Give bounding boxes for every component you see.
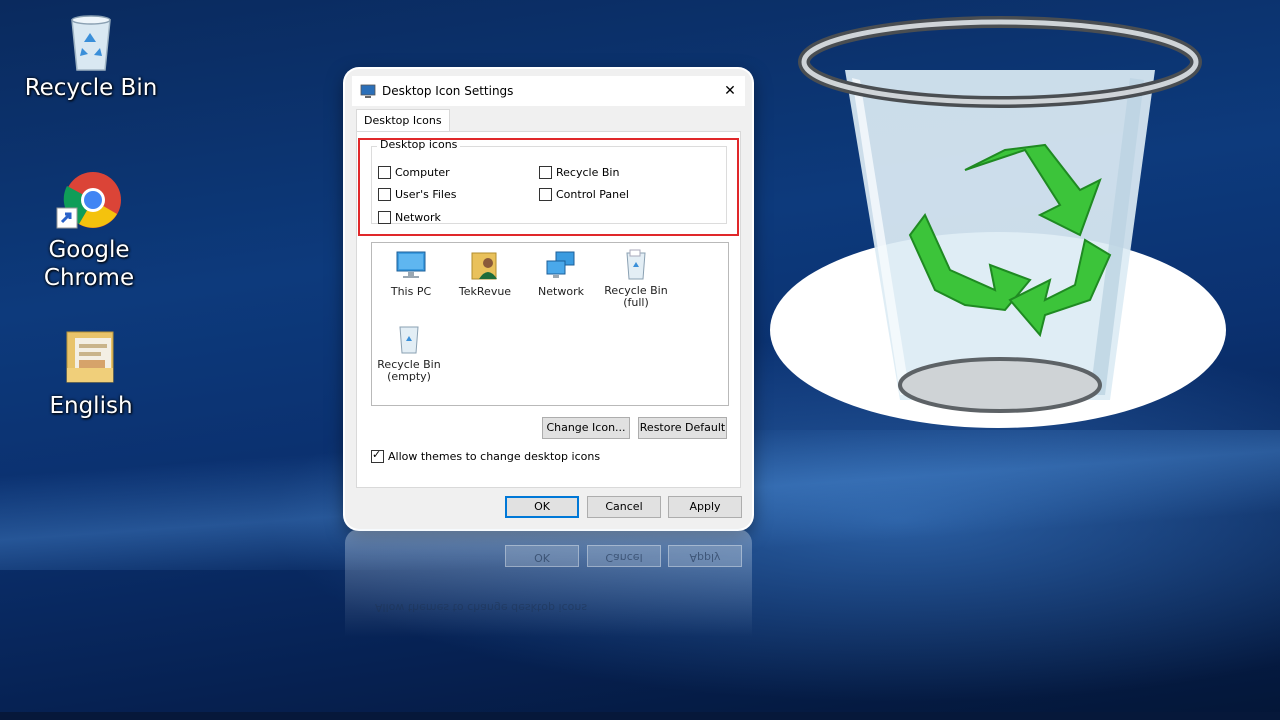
recycle-bin-illustration	[760, 0, 1230, 432]
list-item-network[interactable]: Network	[526, 249, 596, 298]
monitor-icon	[394, 249, 428, 281]
icon-list[interactable]: This PC TekRevue Network Recycle Bin (fu…	[371, 242, 729, 406]
dialog-title: Desktop Icon Settings	[382, 84, 514, 98]
cancel-button[interactable]: Cancel	[587, 496, 661, 518]
list-item-label: This PC	[390, 285, 432, 298]
close-icon[interactable]: ✕	[715, 83, 745, 99]
desktop-icon-label: English	[49, 393, 133, 419]
folder-icon	[63, 328, 119, 386]
list-item-label: Recycle Bin (full)	[604, 284, 668, 309]
user-folder-icon	[468, 249, 502, 281]
highlight-box	[358, 138, 739, 236]
recycle-bin-full-icon	[619, 249, 653, 281]
dialog-body: Desktop Icons Desktop icons Computer Rec…	[352, 106, 745, 520]
ok-button[interactable]: OK	[505, 496, 579, 518]
desktop-icon-google-chrome[interactable]: Google Chrome	[14, 170, 164, 292]
desktop-icon-label: Google Chrome	[43, 237, 135, 291]
desktop-settings-icon	[360, 83, 376, 99]
recycle-bin-empty-icon	[392, 323, 426, 355]
tab-panel: Desktop icons Computer Recycle Bin User'…	[356, 131, 741, 488]
checkbox-label: Allow themes to change desktop icons	[388, 450, 601, 463]
list-item-label: TekRevue	[458, 285, 512, 298]
checkbox-box-checked[interactable]	[371, 448, 384, 463]
list-item-recycle-bin-empty[interactable]: Recycle Bin (empty)	[374, 323, 444, 383]
reflected-ok-button: OK	[505, 545, 579, 567]
recycle-bin-icon	[60, 12, 122, 74]
apply-button[interactable]: Apply	[668, 496, 742, 518]
list-item-label: Recycle Bin (empty)	[377, 358, 441, 383]
reflected-apply-button: Apply	[668, 545, 742, 567]
dialog-titlebar[interactable]: Desktop Icon Settings ✕	[352, 76, 745, 106]
chrome-icon	[53, 170, 125, 232]
reflected-cancel-button: Cancel	[587, 545, 661, 567]
checkbox-allow-themes[interactable]: Allow themes to change desktop icons	[371, 448, 601, 463]
tab-desktop-icons[interactable]: Desktop Icons	[356, 109, 450, 132]
desktop-icon-recycle-bin[interactable]: Recycle Bin	[16, 12, 166, 102]
list-item-label: Network	[538, 285, 584, 298]
reflected-allow-themes-label: Allow themes to change desktop icons	[375, 601, 588, 614]
change-icon-button[interactable]: Change Icon...	[542, 417, 630, 439]
dialog-reflection: OK Cancel Apply Allow themes to change d…	[345, 529, 752, 649]
list-item-recycle-bin-full[interactable]: Recycle Bin (full)	[601, 249, 671, 309]
network-icon	[544, 249, 578, 281]
desktop-icon-english-folder[interactable]: English	[16, 328, 166, 420]
list-item-tekrevue[interactable]: TekRevue	[450, 249, 520, 298]
taskbar-edge	[0, 712, 1280, 720]
desktop-icon-label: Recycle Bin	[24, 75, 158, 101]
list-item-this-pc[interactable]: This PC	[376, 249, 446, 298]
restore-default-button[interactable]: Restore Default	[638, 417, 727, 439]
desktop-icon-settings-dialog: Desktop Icon Settings ✕ Desktop Icons De…	[345, 69, 752, 529]
